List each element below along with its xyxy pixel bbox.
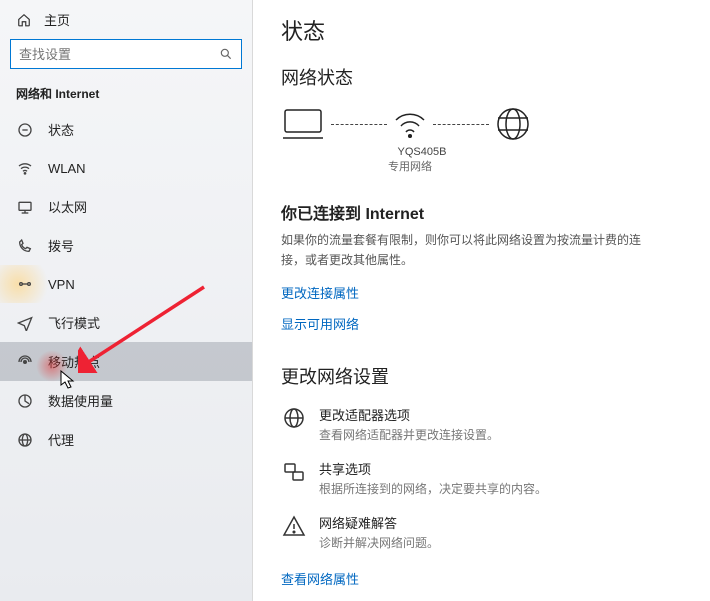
- status-icon: [16, 121, 34, 139]
- sidebar-item-label: 拨号: [48, 236, 74, 255]
- page-title: 状态: [281, 14, 682, 46]
- ethernet-icon: [16, 198, 34, 216]
- search-input[interactable]: [19, 47, 219, 62]
- dash-line: [433, 124, 489, 125]
- link-change-connection[interactable]: 更改连接属性: [281, 283, 682, 302]
- option-adapter[interactable]: 更改适配器选项 查看网络适配器并更改连接设置。: [281, 405, 682, 443]
- globe-icon: [495, 106, 531, 142]
- sidebar-item-ethernet[interactable]: 以太网: [0, 187, 252, 226]
- wifi-large-icon: [393, 110, 427, 138]
- sidebar-section-label: 网络和 Internet: [0, 79, 252, 110]
- sidebar-item-label: 数据使用量: [48, 391, 113, 410]
- change-settings-heading: 更改网络设置: [281, 363, 682, 389]
- sidebar-item-label: 移动热点: [48, 352, 100, 371]
- option-desc: 根据所连接到的网络，决定要共享的内容。: [319, 480, 547, 497]
- option-title: 更改适配器选项: [319, 405, 499, 424]
- home-button[interactable]: 主页: [0, 4, 252, 35]
- wifi-name: YQS405B: [297, 146, 547, 158]
- vpn-icon: [16, 275, 34, 293]
- sidebar-item-label: 飞行模式: [48, 313, 100, 332]
- sidebar-item-airplane[interactable]: 飞行模式: [0, 303, 252, 342]
- option-troubleshoot[interactable]: 网络疑难解答 诊断并解决网络问题。: [281, 513, 682, 551]
- sidebar-item-hotspot[interactable]: 移动热点: [0, 342, 252, 381]
- wifi-icon: [16, 159, 34, 177]
- pc-icon: [281, 106, 325, 142]
- sidebar-item-label: 代理: [48, 430, 74, 449]
- connected-title: 你已连接到 Internet: [281, 200, 682, 224]
- link-show-networks[interactable]: 显示可用网络: [281, 314, 682, 333]
- link-network-properties[interactable]: 查看网络属性: [281, 569, 682, 588]
- network-status-heading: 网络状态: [281, 64, 682, 90]
- sidebar-item-vpn[interactable]: VPN: [0, 265, 252, 303]
- sidebar-item-label: 状态: [48, 120, 74, 139]
- home-icon: [16, 12, 32, 28]
- hotspot-icon: [16, 353, 34, 371]
- airplane-icon: [16, 314, 34, 332]
- option-desc: 查看网络适配器并更改连接设置。: [319, 426, 499, 443]
- sharing-icon: [281, 459, 307, 485]
- dialup-icon: [16, 237, 34, 255]
- proxy-icon: [16, 431, 34, 449]
- data-usage-icon: [16, 392, 34, 410]
- sidebar: 主页 网络和 Internet 状态 WLAN: [0, 0, 253, 601]
- option-title: 共享选项: [319, 459, 547, 478]
- sidebar-item-label: WLAN: [48, 161, 86, 176]
- search-icon: [219, 47, 233, 61]
- sidebar-item-proxy[interactable]: 代理: [0, 420, 252, 459]
- sidebar-item-datausage[interactable]: 数据使用量: [0, 381, 252, 420]
- sidebar-item-wlan[interactable]: WLAN: [0, 149, 252, 187]
- main-content: 状态 网络状态 YQS405B 专用网络 你已连接到 Internet 如果你的…: [253, 0, 710, 601]
- search-box[interactable]: [10, 39, 242, 69]
- sidebar-item-label: VPN: [48, 277, 75, 292]
- sidebar-item-status[interactable]: 状态: [0, 110, 252, 149]
- dash-line: [331, 124, 387, 125]
- option-desc: 诊断并解决网络问题。: [319, 534, 439, 551]
- connected-description: 如果你的流量套餐有限制，则你可以将此网络设置为按流量计费的连接，或者更改其他属性…: [281, 230, 661, 271]
- option-sharing[interactable]: 共享选项 根据所连接到的网络，决定要共享的内容。: [281, 459, 682, 497]
- wifi-subtitle: 专用网络: [297, 158, 523, 174]
- home-label: 主页: [44, 10, 70, 29]
- troubleshoot-icon: [281, 513, 307, 539]
- network-diagram: [281, 106, 682, 142]
- sidebar-item-dialup[interactable]: 拨号: [0, 226, 252, 265]
- sidebar-item-label: 以太网: [48, 197, 87, 216]
- adapter-icon: [281, 405, 307, 431]
- option-title: 网络疑难解答: [319, 513, 439, 532]
